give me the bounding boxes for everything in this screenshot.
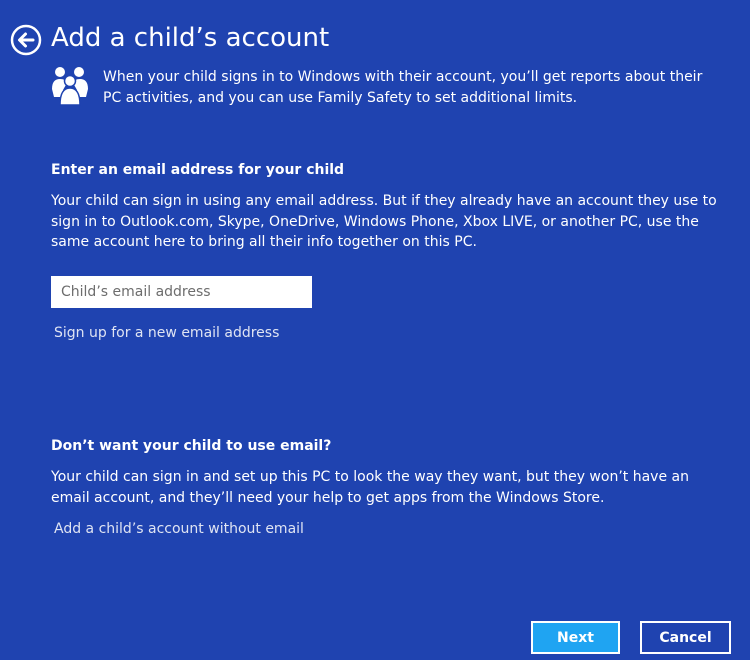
no-email-section-heading: Don’t want your child to use email? xyxy=(51,438,332,454)
no-email-section-description: Your child can sign in and set up this P… xyxy=(51,469,689,506)
back-arrow-icon xyxy=(10,24,42,56)
intro-text: When your child signs in to Windows with… xyxy=(103,69,703,106)
email-section-heading: Enter an email address for your child xyxy=(51,162,345,178)
add-account-without-email-link[interactable]: Add a child’s account without email xyxy=(54,519,304,539)
page-title: Add a child’s account xyxy=(51,23,330,53)
back-button[interactable] xyxy=(10,24,42,56)
child-email-input[interactable] xyxy=(51,276,312,308)
family-icon xyxy=(49,64,91,106)
sign-up-email-link[interactable]: Sign up for a new email address xyxy=(54,323,279,343)
email-section-description: Your child can sign in using any email a… xyxy=(51,193,717,250)
next-button[interactable]: Next xyxy=(531,621,620,654)
cancel-button[interactable]: Cancel xyxy=(640,621,731,654)
